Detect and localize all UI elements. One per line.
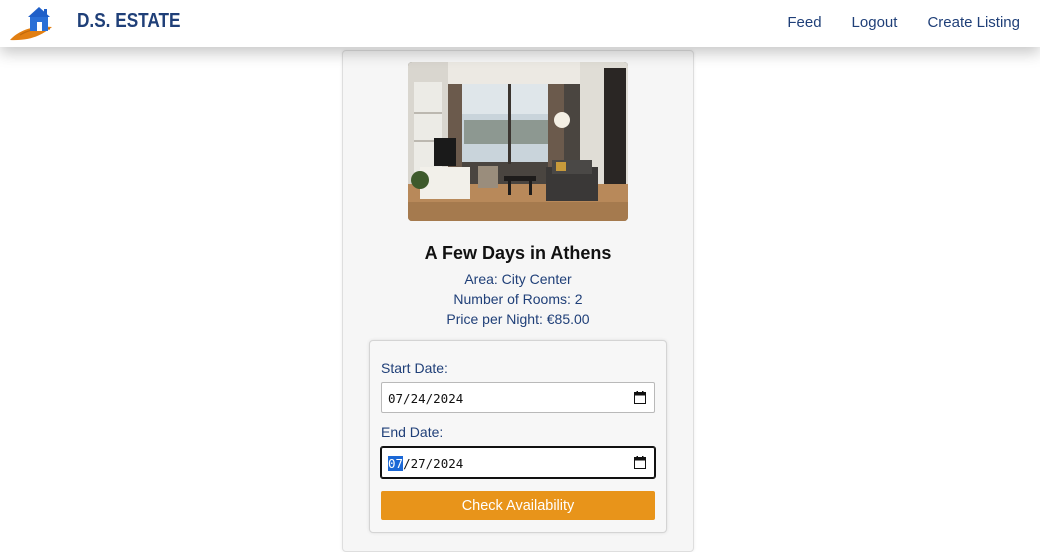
nav-link-logout[interactable]: Logout xyxy=(852,14,898,31)
listing-card: A Few Days in Athens Area: City Center N… xyxy=(342,50,694,552)
top-navbar: D.S. ESTATE Feed Logout Create Listing xyxy=(0,0,1040,47)
end-date-value: 07/27/2024 xyxy=(388,456,463,471)
end-date-remaining: /27/2024 xyxy=(403,456,464,471)
start-date-label: Start Date: xyxy=(381,360,448,376)
start-date-input[interactable]: 07/24/2024 xyxy=(381,382,655,413)
logo-icon[interactable] xyxy=(8,3,54,43)
brand-name[interactable]: D.S. ESTATE xyxy=(77,10,181,33)
calendar-icon[interactable] xyxy=(634,391,646,404)
end-date-month-segment[interactable]: 07 xyxy=(388,456,404,471)
nav-links: Feed Logout Create Listing xyxy=(787,14,1020,31)
listing-rooms: Number of Rooms: 2 xyxy=(453,291,583,307)
listing-photo xyxy=(408,62,628,221)
listing-title: A Few Days in Athens xyxy=(424,243,612,263)
nav-link-create-listing[interactable]: Create Listing xyxy=(927,14,1020,31)
start-date-value: 07/24/2024 xyxy=(388,391,464,406)
end-date-label: End Date: xyxy=(381,424,444,440)
apartment-photo-illustration xyxy=(408,62,628,221)
check-availability-button[interactable]: Check Availability xyxy=(381,491,655,520)
listing-price: Price per Night: €85.00 xyxy=(446,311,590,327)
availability-form: Start Date: 07/24/2024 End Date: 07/27/2… xyxy=(369,340,667,533)
calendar-icon[interactable] xyxy=(634,456,646,469)
end-date-input[interactable]: 07/27/2024 xyxy=(380,446,656,479)
listing-area: Area: City Center xyxy=(464,271,572,287)
nav-link-feed[interactable]: Feed xyxy=(787,14,821,31)
